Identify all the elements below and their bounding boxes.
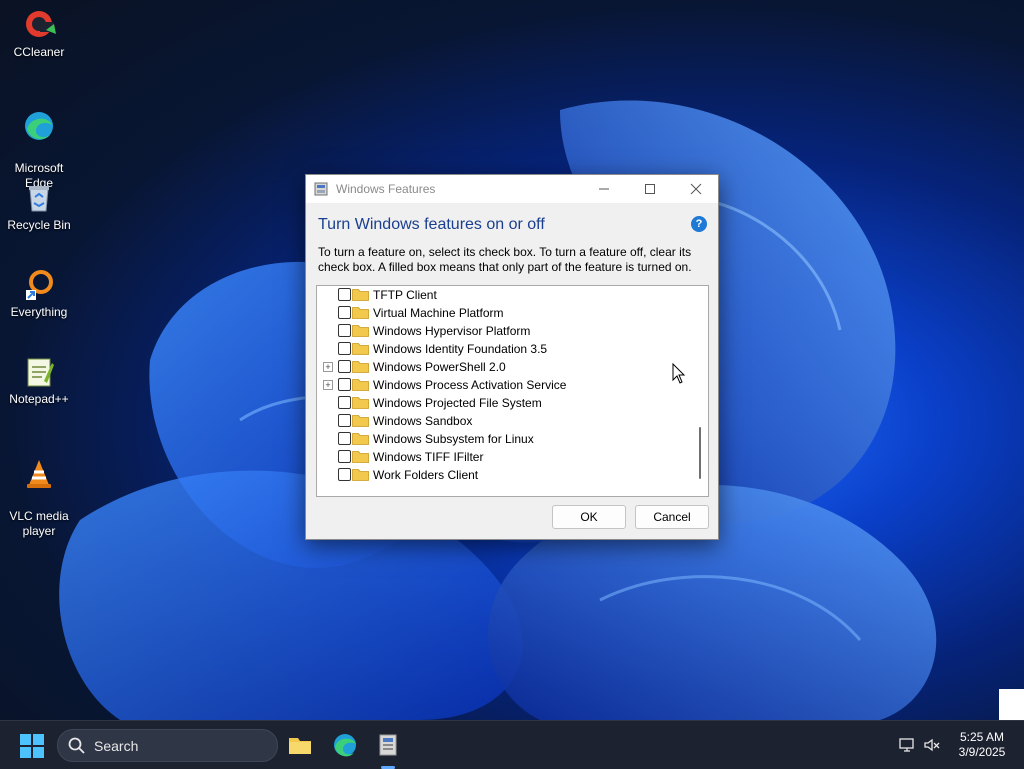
expand-plus-icon[interactable]: + <box>323 380 333 390</box>
feature-row[interactable]: + Windows Process Activation Service <box>317 376 687 394</box>
minimize-button[interactable] <box>582 175 626 203</box>
feature-row[interactable]: Virtual Machine Platform <box>317 304 687 322</box>
feature-label: Windows Identity Foundation 3.5 <box>373 342 548 356</box>
desktop-icon-everything[interactable]: Everything <box>4 268 74 320</box>
feature-row[interactable]: Windows Projected File System <box>317 394 687 412</box>
feature-checkbox[interactable] <box>338 324 351 337</box>
help-icon[interactable]: ? <box>691 216 707 232</box>
window-title: Windows Features <box>336 182 436 196</box>
white-overlay-box <box>999 689 1024 720</box>
folder-icon <box>352 343 369 355</box>
desktop-icon-label: Everything <box>10 305 68 319</box>
feature-row[interactable]: TFTP Client <box>317 286 687 304</box>
system-clock[interactable]: 5:25 AM 3/9/2025 <box>950 730 1014 760</box>
folder-icon <box>352 289 369 301</box>
feature-checkbox[interactable] <box>338 288 351 301</box>
taskbar: Search 5:25 AM 3/9/2025 <box>0 720 1024 769</box>
dialog-description: To turn a feature on, select its check b… <box>318 245 692 274</box>
vlc-cone-icon <box>27 460 51 488</box>
feature-label: Work Folders Client <box>373 468 479 482</box>
feature-row[interactable]: Work Folders Client <box>317 466 687 484</box>
edge-taskbar-icon[interactable] <box>329 729 361 761</box>
vertical-scrollbar[interactable] <box>692 286 708 496</box>
file-explorer-icon[interactable] <box>284 729 316 761</box>
desktop-icon-ccleaner[interactable]: CCleaner <box>4 8 74 60</box>
folder-icon <box>352 469 369 481</box>
feature-label: Windows TIFF IFilter <box>373 450 484 464</box>
feature-row[interactable]: Windows TIFF IFilter <box>317 448 687 466</box>
scrollbar-thumb[interactable] <box>699 427 701 479</box>
search-placeholder: Search <box>94 738 139 754</box>
folder-icon <box>352 361 369 373</box>
feature-checkbox[interactable] <box>338 450 351 463</box>
minimize-icon <box>599 188 609 190</box>
feature-checkbox[interactable] <box>338 468 351 481</box>
search-icon <box>68 737 85 754</box>
everything-search-icon <box>26 270 53 300</box>
feature-label: Windows Process Activation Service <box>373 378 567 392</box>
feature-checkbox[interactable] <box>338 414 351 427</box>
desktop-icon-notepadpp[interactable]: Notepad++ <box>4 355 74 407</box>
feature-row[interactable]: + Windows PowerShell 2.0 <box>317 358 687 376</box>
folder-icon <box>352 451 369 463</box>
features-tree: TFTP Client Virtual Machine Platform Windo… <box>316 285 709 497</box>
notepadpp-icon <box>27 358 54 387</box>
volume-muted-icon[interactable] <box>923 737 941 753</box>
maximize-button[interactable] <box>628 175 672 203</box>
taskbar-search-box[interactable]: Search <box>57 729 278 762</box>
folder-icon <box>352 325 369 337</box>
feature-row[interactable]: Windows Subsystem for Linux <box>317 430 687 448</box>
windows-features-app-icon <box>314 182 328 196</box>
clock-date: 3/9/2025 <box>958 745 1006 759</box>
mouse-cursor-icon <box>672 363 686 384</box>
folder-icon <box>352 379 369 391</box>
feature-row[interactable]: Windows Hypervisor Platform <box>317 322 687 340</box>
feature-checkbox[interactable] <box>338 378 351 391</box>
feature-checkbox[interactable] <box>338 306 351 319</box>
windows-features-dialog: Windows Features Turn Windows features o… <box>305 174 719 540</box>
feature-checkbox[interactable] <box>338 396 351 409</box>
folder-icon <box>352 415 369 427</box>
folder-icon <box>352 433 369 445</box>
feature-row[interactable]: Windows Sandbox <box>317 412 687 430</box>
feature-checkbox[interactable] <box>338 342 351 355</box>
dialog-heading: Turn Windows features on or off <box>318 216 545 233</box>
clock-time: 5:25 AM <box>959 730 1005 744</box>
desktop-icon-recycle-bin[interactable]: Recycle Bin <box>4 181 74 233</box>
desktop-icon-vlc[interactable]: VLC media player <box>4 442 74 539</box>
feature-label: Windows Sandbox <box>373 414 473 428</box>
close-button[interactable] <box>674 175 718 203</box>
desktop-icon-label: VLC media player <box>9 509 69 538</box>
feature-label: Windows Subsystem for Linux <box>373 432 534 446</box>
cancel-button[interactable]: Cancel <box>635 505 709 529</box>
desktop-icon-label: CCleaner <box>13 45 65 59</box>
folder-icon <box>352 307 369 319</box>
feature-checkbox[interactable] <box>338 360 351 373</box>
feature-row[interactable]: Windows Identity Foundation 3.5 <box>317 340 687 358</box>
feature-label: Virtual Machine Platform <box>373 306 504 320</box>
desktop-icon-edge[interactable]: Microsoft Edge <box>4 94 74 191</box>
edge-icon <box>25 112 53 140</box>
feature-label: Windows Hypervisor Platform <box>373 324 531 338</box>
close-icon <box>690 183 702 195</box>
ccleaner-icon <box>26 11 56 37</box>
ok-button[interactable]: OK <box>552 505 626 529</box>
windows-start-icon[interactable] <box>20 734 44 758</box>
windows-features-taskbar-icon[interactable] <box>372 729 404 761</box>
desktop-icon-label: Notepad++ <box>9 392 69 406</box>
feature-label: TFTP Client <box>373 288 437 302</box>
network-icon[interactable] <box>898 737 916 753</box>
desktop-icon-label: Recycle Bin <box>7 218 71 232</box>
feature-checkbox[interactable] <box>338 432 351 445</box>
feature-label: Windows PowerShell 2.0 <box>373 360 506 374</box>
maximize-icon <box>645 184 655 194</box>
title-bar[interactable]: Windows Features <box>306 175 718 203</box>
folder-icon <box>352 397 369 409</box>
expand-plus-icon[interactable]: + <box>323 362 333 372</box>
feature-label: Windows Projected File System <box>373 396 542 410</box>
recycle-bin-icon <box>29 186 49 212</box>
